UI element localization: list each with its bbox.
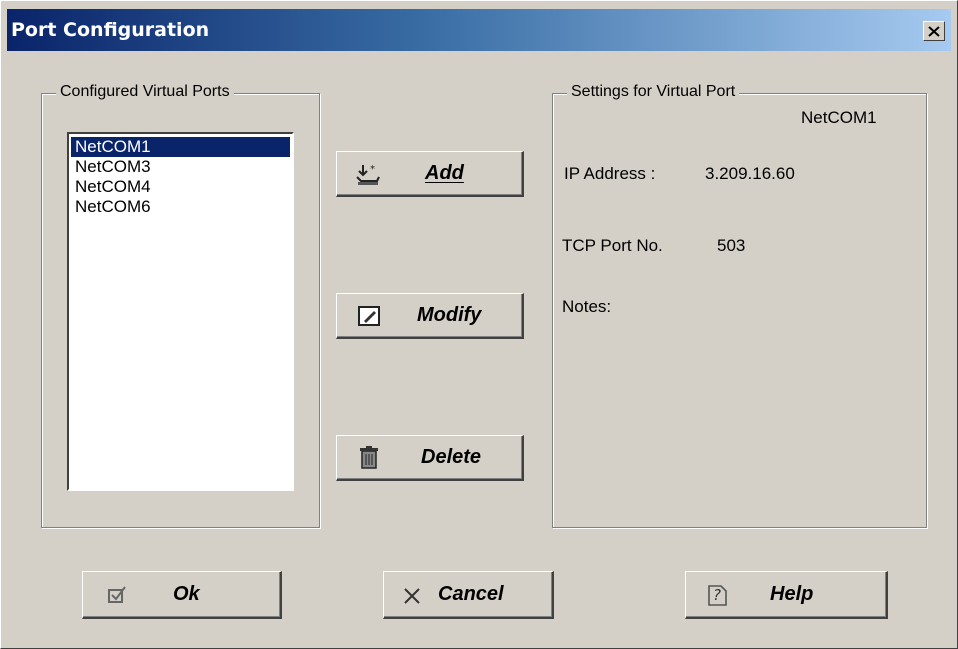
ip-address-label: IP Address : [564,164,656,183]
port-configuration-dialog: Port Configuration Configured Virtual Po… [0,0,958,649]
ok-button-label: Ok [173,583,200,605]
list-item[interactable]: NetCOM6 [71,197,290,217]
title-bar[interactable]: Port Configuration [7,9,951,51]
add-port-icon: * [356,164,380,185]
modify-button[interactable]: Modify [336,293,524,339]
tcp-port-value: 503 [717,236,746,255]
svg-text:?: ? [713,586,721,604]
list-item[interactable]: NetCOM1 [71,137,290,157]
add-button-label: Add [425,162,464,184]
delete-button[interactable]: Delete [336,435,524,481]
edit-icon [358,306,380,326]
notes-label: Notes: [562,297,612,316]
list-item[interactable]: NetCOM4 [71,177,290,197]
help-document-icon: ? [708,585,727,606]
cancel-button[interactable]: Cancel [383,571,554,619]
ok-button[interactable]: Ok [82,571,282,619]
virtual-ports-list[interactable]: NetCOM1 NetCOM3 NetCOM4 NetCOM6 [67,132,294,491]
close-icon [928,25,940,37]
delete-button-label: Delete [421,446,482,468]
checkbox-check-icon [108,586,126,603]
ip-address-value: 3.209.16.60 [705,164,795,183]
help-button[interactable]: ? Help [685,571,888,619]
cancel-button-label: Cancel [438,583,504,605]
add-button[interactable]: * Add [336,151,524,197]
x-icon [404,588,420,604]
configured-ports-label: Configured Virtual Ports [56,83,234,101]
list-item[interactable]: NetCOM3 [71,157,290,177]
window-title: Port Configuration [11,19,210,41]
help-button-label: Help [770,583,814,605]
trash-icon [360,446,378,469]
settings-label: Settings for Virtual Port [567,83,740,101]
svg-text:*: * [370,164,375,175]
selected-port-name: NetCOM1 [801,108,877,127]
modify-button-label: Modify [417,304,482,326]
tcp-port-label: TCP Port No. [562,236,663,255]
close-button[interactable] [923,21,945,41]
